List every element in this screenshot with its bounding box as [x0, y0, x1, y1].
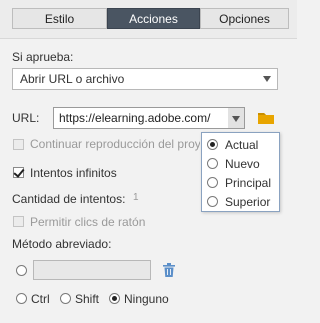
tab-acciones[interactable]: Acciones: [107, 8, 200, 29]
window-option-label: Superior: [225, 195, 271, 209]
trash-icon[interactable]: [163, 263, 175, 277]
ninguno-radio[interactable]: [109, 293, 120, 304]
window-option-label: Principal: [225, 176, 272, 190]
chevron-down-icon: [263, 76, 271, 82]
url-label: URL:: [12, 111, 40, 125]
continue-playback-checkbox[interactable]: [13, 139, 24, 150]
radio-nuevo[interactable]: [207, 158, 218, 169]
ctrl-label: Ctrl: [31, 292, 50, 306]
tab-bar: Estilo Acciones Opciones: [0, 0, 297, 38]
ctrl-radio[interactable]: [16, 293, 27, 304]
on-success-value: Abrir URL o archivo: [20, 72, 125, 86]
window-target-dropdown-button[interactable]: [228, 107, 245, 129]
shift-label: Shift: [75, 292, 100, 306]
tab-estilo[interactable]: Estilo: [12, 8, 107, 29]
shortcut-label: Método abreviado:: [12, 237, 112, 251]
radio-selected-dot: [210, 142, 215, 147]
shortcut-key-field[interactable]: [33, 260, 151, 280]
shortcut-enable-radio[interactable]: [16, 265, 27, 276]
attempts-value[interactable]: 1: [133, 192, 139, 203]
chevron-down-icon: [232, 116, 240, 122]
infinite-attempts-checkbox[interactable]: [13, 166, 25, 178]
tab-opciones[interactable]: Opciones: [200, 8, 289, 29]
radio-selected-dot: [112, 296, 117, 301]
radio-actual[interactable]: [207, 139, 218, 150]
panel-divider: [0, 38, 297, 39]
window-target-popup: Actual Nuevo Principal Superior: [201, 132, 280, 212]
url-field[interactable]: [53, 107, 230, 129]
radio-principal[interactable]: [207, 177, 218, 188]
ninguno-label: Ninguno: [124, 292, 169, 306]
window-option-label: Actual: [225, 138, 259, 152]
url-input[interactable]: [54, 108, 230, 128]
on-success-select[interactable]: Abrir URL o archivo: [12, 68, 278, 90]
continue-playback-label: Continuar reproducción del proye: [30, 137, 200, 151]
window-option-label: Nuevo: [225, 157, 260, 171]
attempts-label: Cantidad de intentos:: [12, 192, 126, 206]
radio-superior[interactable]: [207, 196, 218, 207]
on-success-label: Si aprueba:: [12, 50, 74, 64]
shift-radio[interactable]: [60, 293, 71, 304]
allow-clicks-label: Permitir clics de ratón: [30, 215, 146, 229]
allow-clicks-checkbox[interactable]: [13, 216, 24, 227]
folder-icon[interactable]: [257, 111, 275, 125]
infinite-attempts-label: Intentos infinitos: [30, 166, 117, 180]
checkmark-icon: [13, 166, 25, 178]
